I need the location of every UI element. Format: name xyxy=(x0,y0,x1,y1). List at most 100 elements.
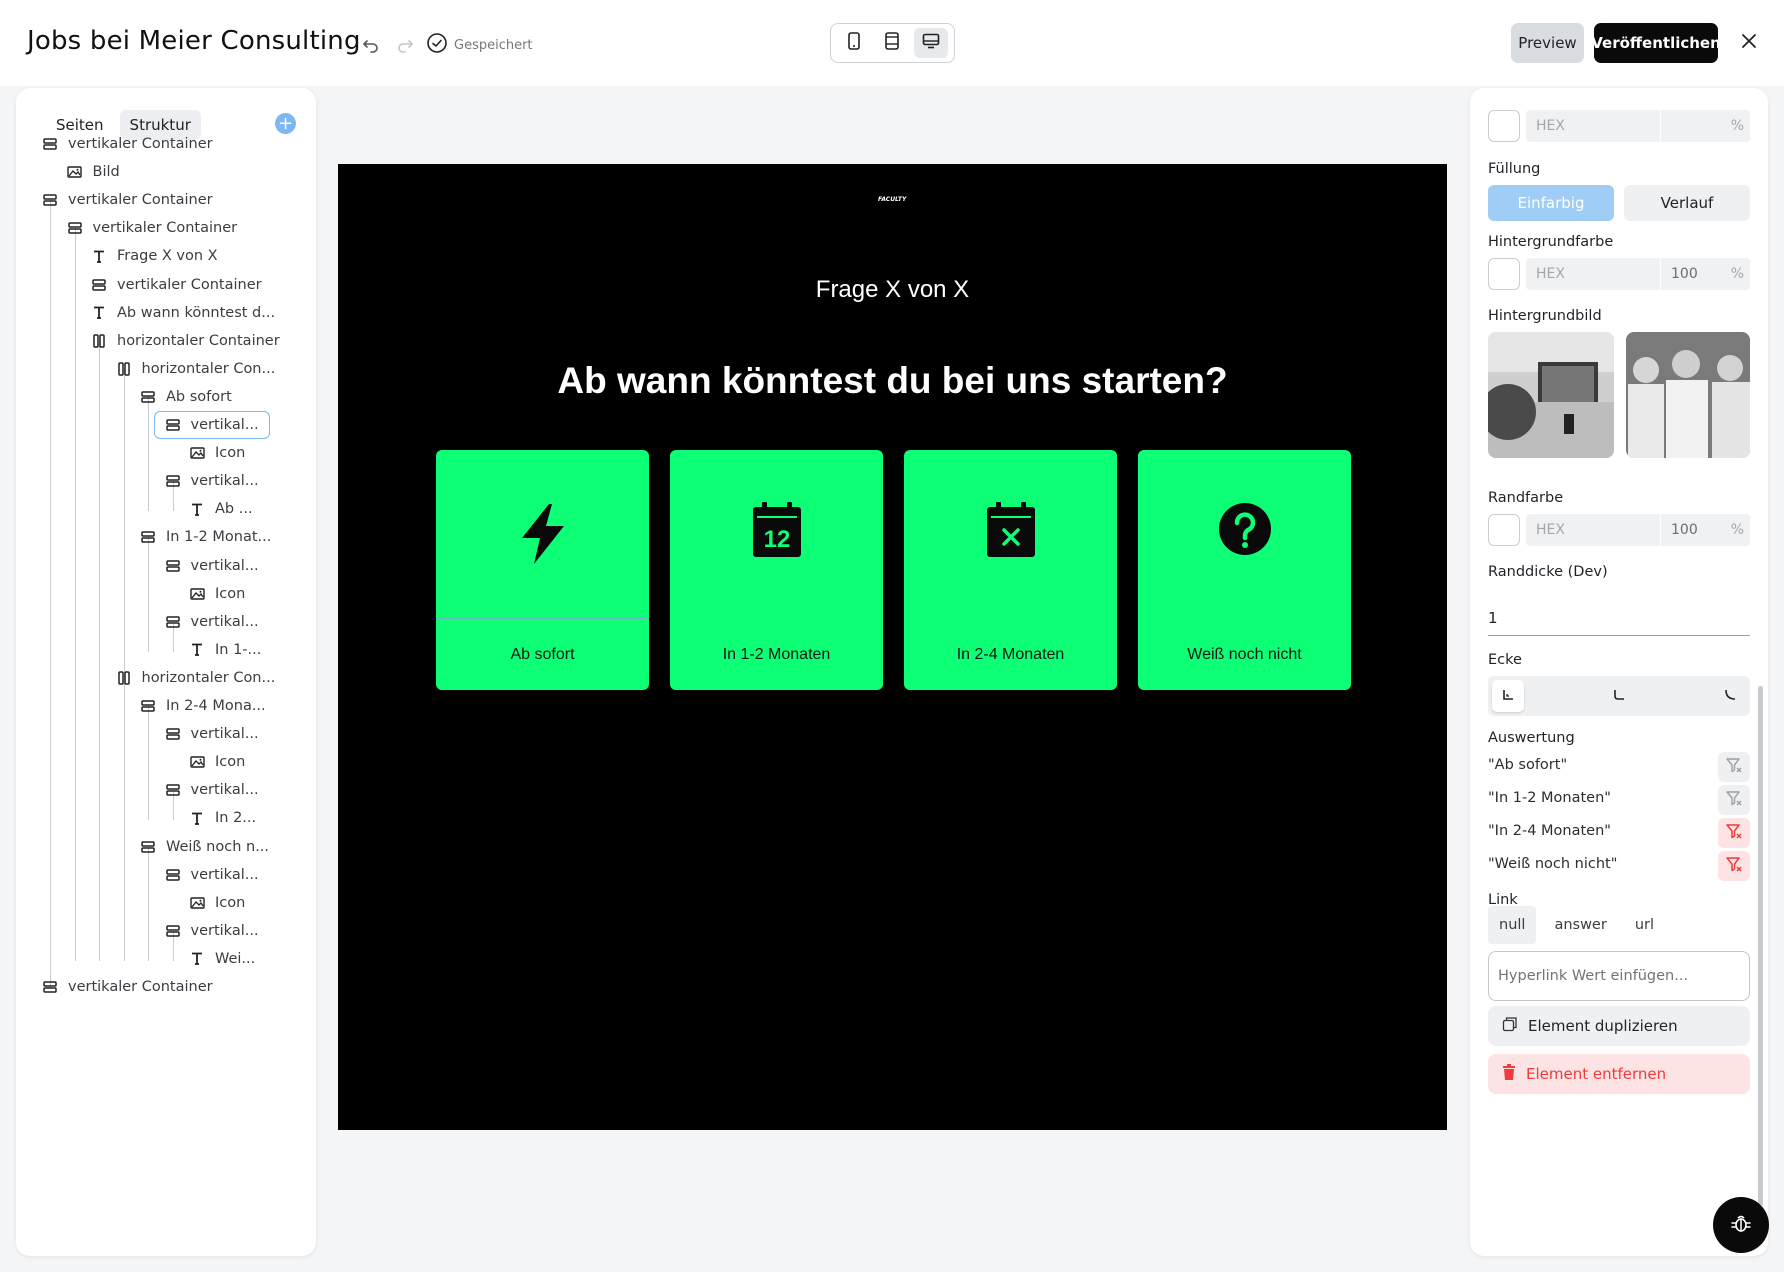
corner-rounded-button[interactable] xyxy=(1603,680,1635,712)
question-heading[interactable]: Ab wann könntest du bei uns starten? xyxy=(338,360,1447,402)
border-hex-input[interactable]: HEX xyxy=(1526,514,1660,546)
color-swatch[interactable] xyxy=(1488,110,1520,142)
tree-node[interactable]: vertikaler Container xyxy=(42,973,213,1001)
opacity-value: 100 xyxy=(1671,522,1698,538)
calendar-12-icon: 12 xyxy=(670,502,883,558)
text-icon xyxy=(91,248,107,264)
tree-node[interactable]: vertikaler Container xyxy=(67,214,237,242)
tablet-view-button[interactable] xyxy=(875,28,909,58)
tree-node[interactable]: vertikaler Container xyxy=(42,186,213,214)
tree-node[interactable]: In 2-4 Mona... xyxy=(140,692,266,720)
corner-square-button[interactable] xyxy=(1492,680,1524,712)
publish-button[interactable]: Veröffentlichen xyxy=(1591,23,1721,63)
panel-scrollbar[interactable] xyxy=(1758,686,1763,1206)
tree-node[interactable]: Icon xyxy=(189,748,245,776)
mobile-view-button[interactable] xyxy=(837,28,871,58)
fill-solid-button[interactable]: Einfarbig xyxy=(1488,185,1614,221)
tree-node[interactable]: Weiß noch n... xyxy=(140,833,269,861)
tree-node-label: horizontaler Container xyxy=(117,332,280,349)
tree-node[interactable]: horizontaler Container xyxy=(91,327,280,355)
link-tab-null[interactable]: null xyxy=(1488,906,1537,944)
tree-guide-line xyxy=(148,537,149,652)
fill-gradient-button[interactable]: Verlauf xyxy=(1624,185,1750,221)
bug-report-button[interactable] xyxy=(1713,1197,1769,1253)
tree-node[interactable]: Ab sofort xyxy=(140,383,232,411)
filter-toggle-button[interactable] xyxy=(1718,818,1750,848)
tree-node[interactable]: horizontaler Con... xyxy=(116,355,275,383)
tree-node[interactable]: vertikaler Container xyxy=(42,130,213,158)
tree-node[interactable]: Ab wann könntest d... xyxy=(91,299,275,327)
undo-icon[interactable] xyxy=(358,32,384,58)
duplicate-element-button[interactable]: Element duplizieren xyxy=(1488,1006,1750,1046)
rows-icon xyxy=(165,923,181,939)
image-icon xyxy=(189,445,205,461)
tree-node[interactable]: Icon xyxy=(189,889,245,917)
redo-icon[interactable] xyxy=(392,32,418,58)
background-opacity-input[interactable]: 100% xyxy=(1661,258,1750,290)
rows-icon xyxy=(140,698,156,714)
filter-toggle-button[interactable] xyxy=(1718,785,1750,815)
tree-node[interactable]: vertikal... xyxy=(165,861,259,889)
trash-icon xyxy=(1502,1064,1516,1084)
tree-node[interactable]: vertikal... xyxy=(165,467,259,495)
rows-icon xyxy=(165,867,181,883)
corner-label: Ecke xyxy=(1488,652,1522,668)
answer-card-weiss-noch-nicht[interactable]: Weiß noch nicht xyxy=(1138,450,1351,690)
desktop-view-button[interactable] xyxy=(913,28,948,58)
border-width-input[interactable]: 1 xyxy=(1488,600,1750,636)
logo: FACULTY xyxy=(878,196,907,203)
rows-icon xyxy=(165,417,181,433)
tree-node-label: In 1-2 Monat... xyxy=(166,529,272,546)
tree-node[interactable]: Wei... xyxy=(189,945,255,973)
answer-card-2-4-monate[interactable]: In 2-4 Monaten xyxy=(904,450,1117,690)
background-image-option-office[interactable] xyxy=(1488,332,1614,458)
tree-node[interactable]: vertikal... xyxy=(165,917,259,945)
answer-card-1-2-monate[interactable]: 12 In 1-2 Monaten xyxy=(670,450,883,690)
tree-node[interactable]: In 1-2 Monat... xyxy=(140,523,271,551)
tree-node[interactable]: vertikal... xyxy=(165,720,259,748)
close-button[interactable] xyxy=(1736,30,1762,56)
question-counter[interactable]: Frage X von X xyxy=(338,276,1447,304)
answer-card-ab-sofort[interactable]: Ab sofort xyxy=(436,450,649,690)
tree-guide-line xyxy=(50,200,51,989)
tree-node[interactable]: vertikal... xyxy=(153,411,270,439)
link-tab-url[interactable]: url xyxy=(1625,906,1664,944)
filter-toggle-button[interactable] xyxy=(1718,752,1750,782)
tree-node[interactable]: Bild xyxy=(67,158,120,186)
preview-button[interactable]: Preview xyxy=(1511,23,1584,63)
tree-node[interactable]: Frage X von X xyxy=(91,242,218,270)
tree-node[interactable]: horizontaler Con... xyxy=(116,664,275,692)
background-hex-input[interactable]: HEX xyxy=(1526,258,1660,290)
tree-node[interactable]: vertikal... xyxy=(165,776,259,804)
delete-element-button[interactable]: Element entfernen xyxy=(1488,1054,1750,1094)
percent-sign: % xyxy=(1730,266,1744,282)
border-color-swatch[interactable] xyxy=(1488,514,1520,546)
tree-node[interactable]: vertikal... xyxy=(165,552,259,580)
add-element-button[interactable]: + xyxy=(275,113,296,134)
duplicate-icon xyxy=(1502,1016,1518,1036)
evaluation-label: Auswertung xyxy=(1488,730,1575,746)
tree-node[interactable]: Icon xyxy=(189,439,245,467)
corner-round-button[interactable] xyxy=(1714,680,1746,712)
tree-node[interactable]: Ab ... xyxy=(189,495,253,523)
selection-divider xyxy=(436,617,649,619)
tree-node[interactable]: In 2... xyxy=(189,804,256,832)
tree-node-label: vertikaler Container xyxy=(68,192,213,209)
tree-node[interactable]: In 1-... xyxy=(189,636,261,664)
opacity-input[interactable]: % xyxy=(1661,110,1750,142)
filter-toggle-button[interactable] xyxy=(1718,851,1750,881)
page-canvas[interactable]: FACULTY Frage X von X Ab wann könntest d… xyxy=(338,164,1447,1130)
tree-node-label: vertikal... xyxy=(190,922,259,939)
rows-icon xyxy=(42,192,58,208)
background-color-swatch[interactable] xyxy=(1488,258,1520,290)
tree-node[interactable]: vertikaler Container xyxy=(91,271,262,299)
tree-node[interactable]: Icon xyxy=(189,580,245,608)
border-opacity-input[interactable]: 100% xyxy=(1661,514,1750,546)
link-tab-answer[interactable]: answer xyxy=(1536,906,1624,944)
evaluation-item: "Weiß noch nicht" xyxy=(1488,856,1618,872)
tree-node[interactable]: vertikal... xyxy=(165,608,259,636)
evaluation-item: "In 1-2 Monaten" xyxy=(1488,790,1611,806)
hex-input[interactable]: HEX xyxy=(1526,110,1660,142)
hyperlink-input[interactable] xyxy=(1488,951,1750,1001)
background-image-option-team[interactable] xyxy=(1626,332,1750,458)
